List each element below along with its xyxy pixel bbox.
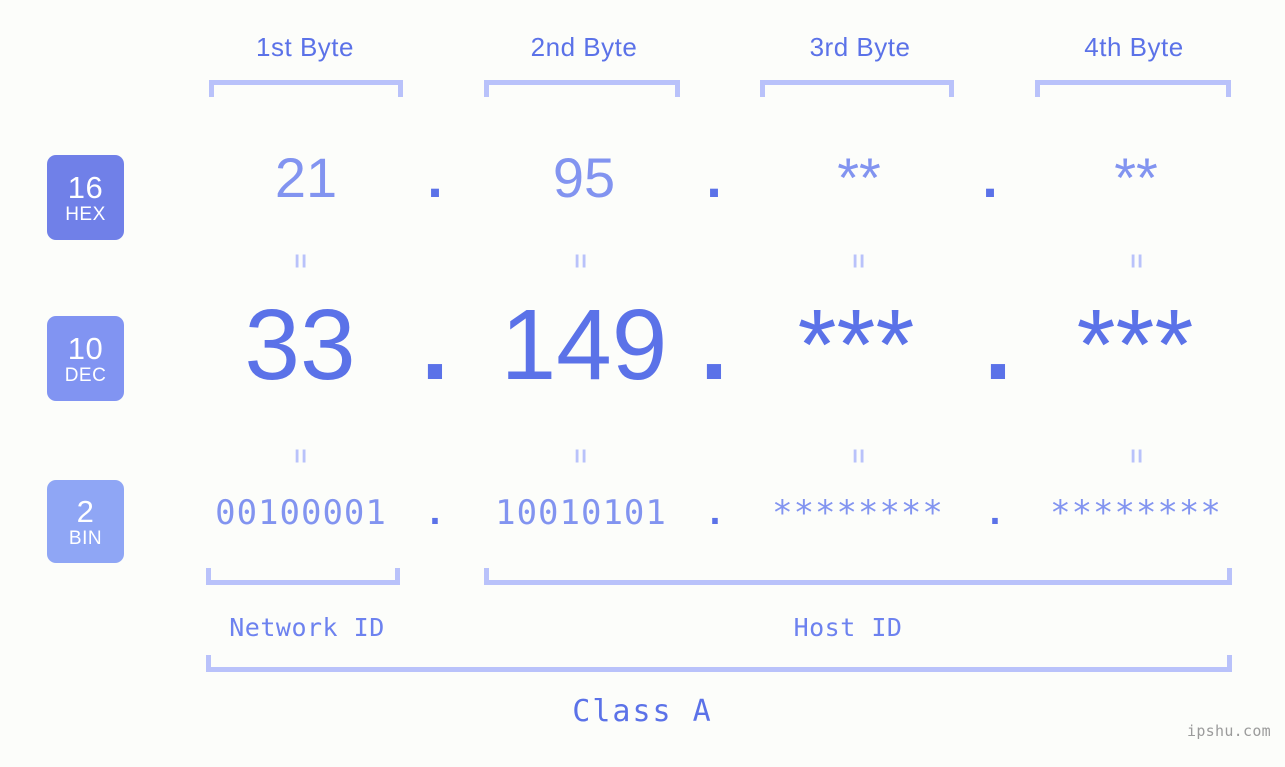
bin-separator-2: .: [704, 493, 726, 533]
byte-bracket-1: [209, 80, 403, 97]
dec-byte-2-value: 149: [500, 289, 668, 401]
hex-separator-1: .: [427, 146, 443, 209]
radix-badge-bin-name: BIN: [68, 527, 103, 549]
hex-byte-3-value: **: [837, 146, 881, 209]
byte-bracket-2: [484, 80, 680, 97]
equals-separator-decbin-3: =: [844, 448, 874, 464]
bin-byte-2-value: 10010101: [495, 493, 667, 533]
host-id-bracket: [484, 568, 1232, 585]
dec-separator-3: .: [984, 289, 1012, 401]
radix-badge-dec-number: 10: [67, 330, 104, 366]
bin-byte-3-value: ********: [772, 493, 944, 533]
network-id-label: Network ID: [229, 613, 385, 642]
class-label: Class A: [572, 694, 713, 729]
bin-separator-3: .: [984, 493, 1006, 533]
bin-byte-1-value: 00100001: [215, 493, 387, 533]
byte-bracket-3: [760, 80, 954, 97]
dec-separator-2: .: [700, 289, 728, 401]
radix-badge-bin-number: 2: [76, 493, 95, 529]
radix-badge-hex-name: HEX: [65, 203, 106, 225]
ip-byte-breakdown-diagram: 1st Byte 2nd Byte 3rd Byte 4th Byte 16 H…: [0, 0, 1285, 767]
hex-byte-2-value: 95: [552, 146, 616, 209]
byte-bracket-4: [1035, 80, 1231, 97]
byte-header-2: 2nd Byte: [530, 32, 638, 62]
byte-header-3: 3rd Byte: [809, 32, 911, 62]
radix-badge-dec-name: DEC: [64, 364, 107, 386]
equals-separator-hexdec-2: =: [566, 253, 596, 269]
radix-badge-hex-number: 16: [67, 169, 104, 205]
dec-byte-4-value: ***: [1076, 289, 1194, 401]
class-bracket: [206, 655, 1232, 672]
byte-header-1: 1st Byte: [256, 32, 354, 62]
equals-separator-hexdec-1: =: [286, 253, 316, 269]
network-id-bracket: [206, 568, 400, 585]
equals-separator-decbin-1: =: [286, 448, 316, 464]
radix-badge-hex: 16 HEX: [47, 155, 124, 240]
equals-separator-hexdec-3: =: [844, 253, 874, 269]
radix-badge-bin: 2 BIN: [47, 480, 124, 563]
host-id-label: Host ID: [793, 613, 903, 642]
dec-byte-1-value: 33: [244, 289, 356, 401]
bin-separator-1: .: [424, 493, 446, 533]
hex-separator-2: .: [706, 146, 722, 209]
hex-byte-4-value: **: [1114, 146, 1158, 209]
equals-separator-hexdec-4: =: [1122, 253, 1152, 269]
byte-header-4: 4th Byte: [1084, 32, 1184, 62]
equals-separator-decbin-4: =: [1122, 448, 1152, 464]
dec-byte-3-value: ***: [797, 289, 915, 401]
dec-separator-1: .: [421, 289, 449, 401]
watermark: ipshu.com: [1187, 722, 1271, 740]
radix-badge-dec: 10 DEC: [47, 316, 124, 401]
hex-byte-1-value: 21: [274, 146, 338, 209]
equals-separator-decbin-2: =: [566, 448, 596, 464]
bin-byte-4-value: ********: [1050, 493, 1222, 533]
hex-separator-3: .: [982, 146, 998, 209]
